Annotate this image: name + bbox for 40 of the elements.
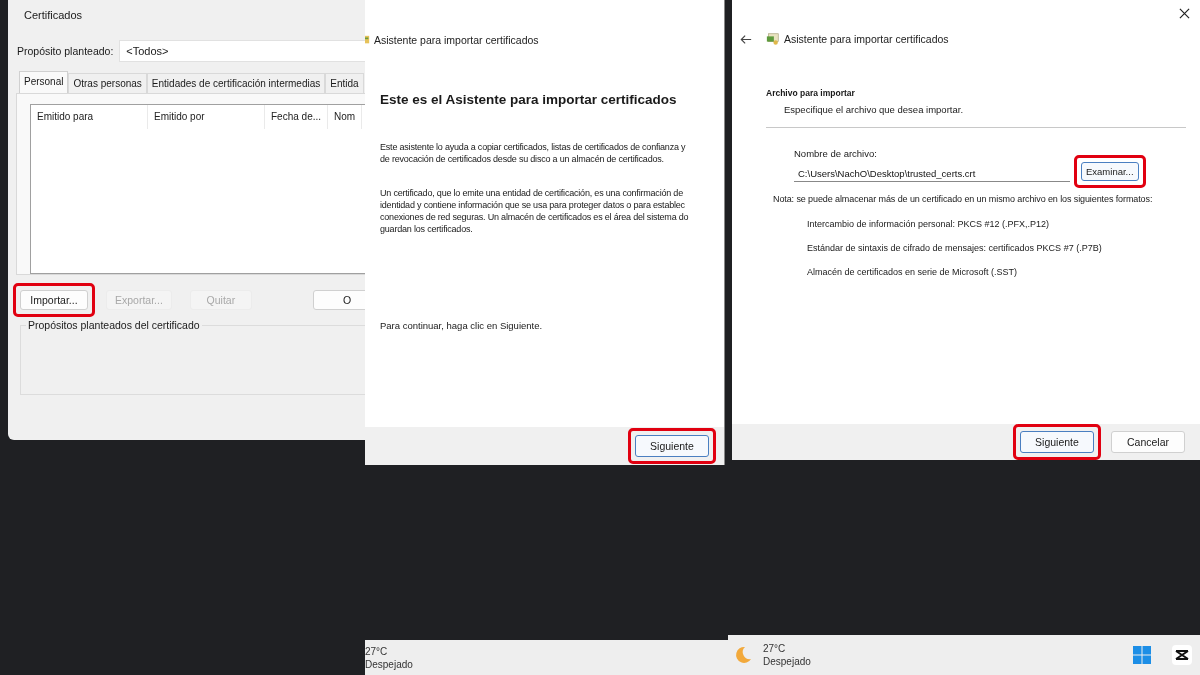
- purpose-dropdown[interactable]: <Todos>: [119, 40, 365, 62]
- back-arrow-icon[interactable]: [740, 33, 752, 45]
- tab[interactable]: Otras personas: [68, 73, 147, 93]
- wizard-title: Asistente para importar certificados: [784, 33, 949, 45]
- format-item: Estándar de sintaxis de cifrado de mensajes: certificados PKCS #7 (.P7B): [807, 243, 1103, 253]
- note-text: Nota: se puede almacenar más de un certificado en un mismo archivo en los siguientes formatos:: [773, 194, 1153, 205]
- weather-condition[interactable]: Despejado: [365, 657, 413, 671]
- section-subtitle: Especifique el archivo que desea importar.: [784, 104, 965, 115]
- temperature[interactable]: 27°C: [365, 644, 413, 658]
- dialog-button[interactable]: Importar...: [20, 290, 88, 310]
- next-button[interactable]: Siguiente: [635, 435, 709, 457]
- wizard-paragraph: Este asistente lo ayuda a copiar certificados, listas de certificados de confianza y de revocación de certificados desde su disco a un almacén de certificados.: [380, 141, 687, 165]
- column-header[interactable]: Nom: [328, 105, 363, 129]
- browse-button[interactable]: Examinar...: [1081, 162, 1139, 181]
- column-header[interactable]: Fecha de...: [265, 105, 328, 129]
- tab[interactable]: Entidades de certificación intermedias: [146, 73, 326, 93]
- close-icon[interactable]: [1179, 8, 1190, 19]
- format-item: Almacén de certificados en serie de Microsoft (.SST): [807, 267, 1019, 277]
- temperature[interactable]: 27°C: [763, 642, 811, 655]
- wizard-paragraph: Un certificado, que lo emite una entidad de certificación, es una confirmación de identidad y contiene información que se usa para proteger datos o para establec conexiones de red seguras. Un almacén de certificados es el área del sistema do guardan los certificados.: [380, 187, 690, 235]
- field-label: Nombre de archivo:: [794, 148, 878, 159]
- app-icon[interactable]: [1172, 645, 1192, 665]
- tab[interactable]: Personal: [19, 71, 69, 93]
- start-icon[interactable]: [1132, 645, 1152, 665]
- group-label: Propósitos planteados del certificado: [26, 319, 202, 331]
- dialog-button[interactable]: Cancelar: [1111, 431, 1185, 453]
- certificate-icon: [766, 32, 780, 46]
- purpose-label: Propósito planteado:: [16, 45, 114, 57]
- window-title: Certificados: [23, 8, 84, 23]
- format-item: Intercambio de información personal: PKCS #12 (.PFX,.P12): [807, 219, 1051, 229]
- wizard-title: Asistente para importar certificados: [374, 34, 539, 46]
- continue-text: Para continuar, haga clic en Siguiente.: [380, 320, 544, 331]
- dialog-button[interactable]: O: [313, 290, 365, 310]
- tab[interactable]: Entida: [325, 73, 364, 93]
- dialog-button[interactable]: Siguiente: [1020, 431, 1094, 453]
- weather-condition[interactable]: Despejado: [763, 655, 811, 668]
- column-header[interactable]: Emitido para: [31, 105, 148, 129]
- column-header[interactable]: Emitido por: [148, 105, 265, 129]
- section-title: Archivo para importar: [766, 88, 856, 98]
- wizard-heading: Este es el Asistente para importar certificados: [380, 92, 678, 107]
